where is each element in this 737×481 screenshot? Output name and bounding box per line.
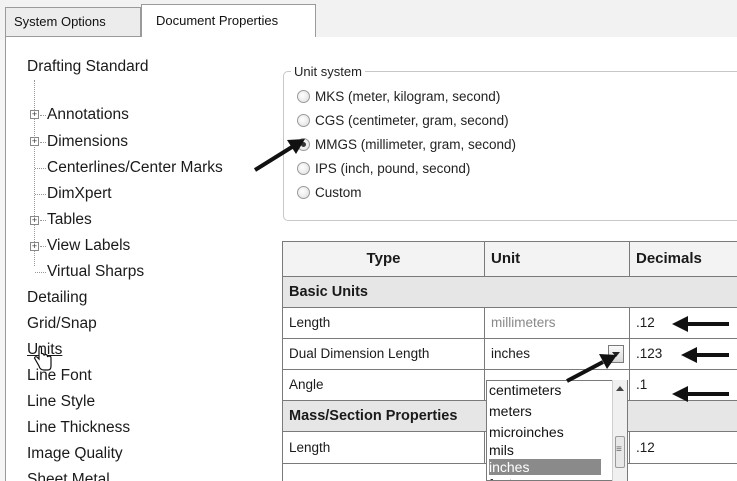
arrowhead-icon: [681, 347, 697, 363]
arrowhead-icon: [672, 386, 688, 402]
arrow-icon: [566, 360, 604, 383]
document-properties-dialog: System Options Document Properties Draft…: [0, 0, 737, 481]
annotation-arrows: [253, 139, 729, 402]
arrowhead-icon: [672, 316, 688, 332]
arrow-icon: [253, 145, 294, 172]
